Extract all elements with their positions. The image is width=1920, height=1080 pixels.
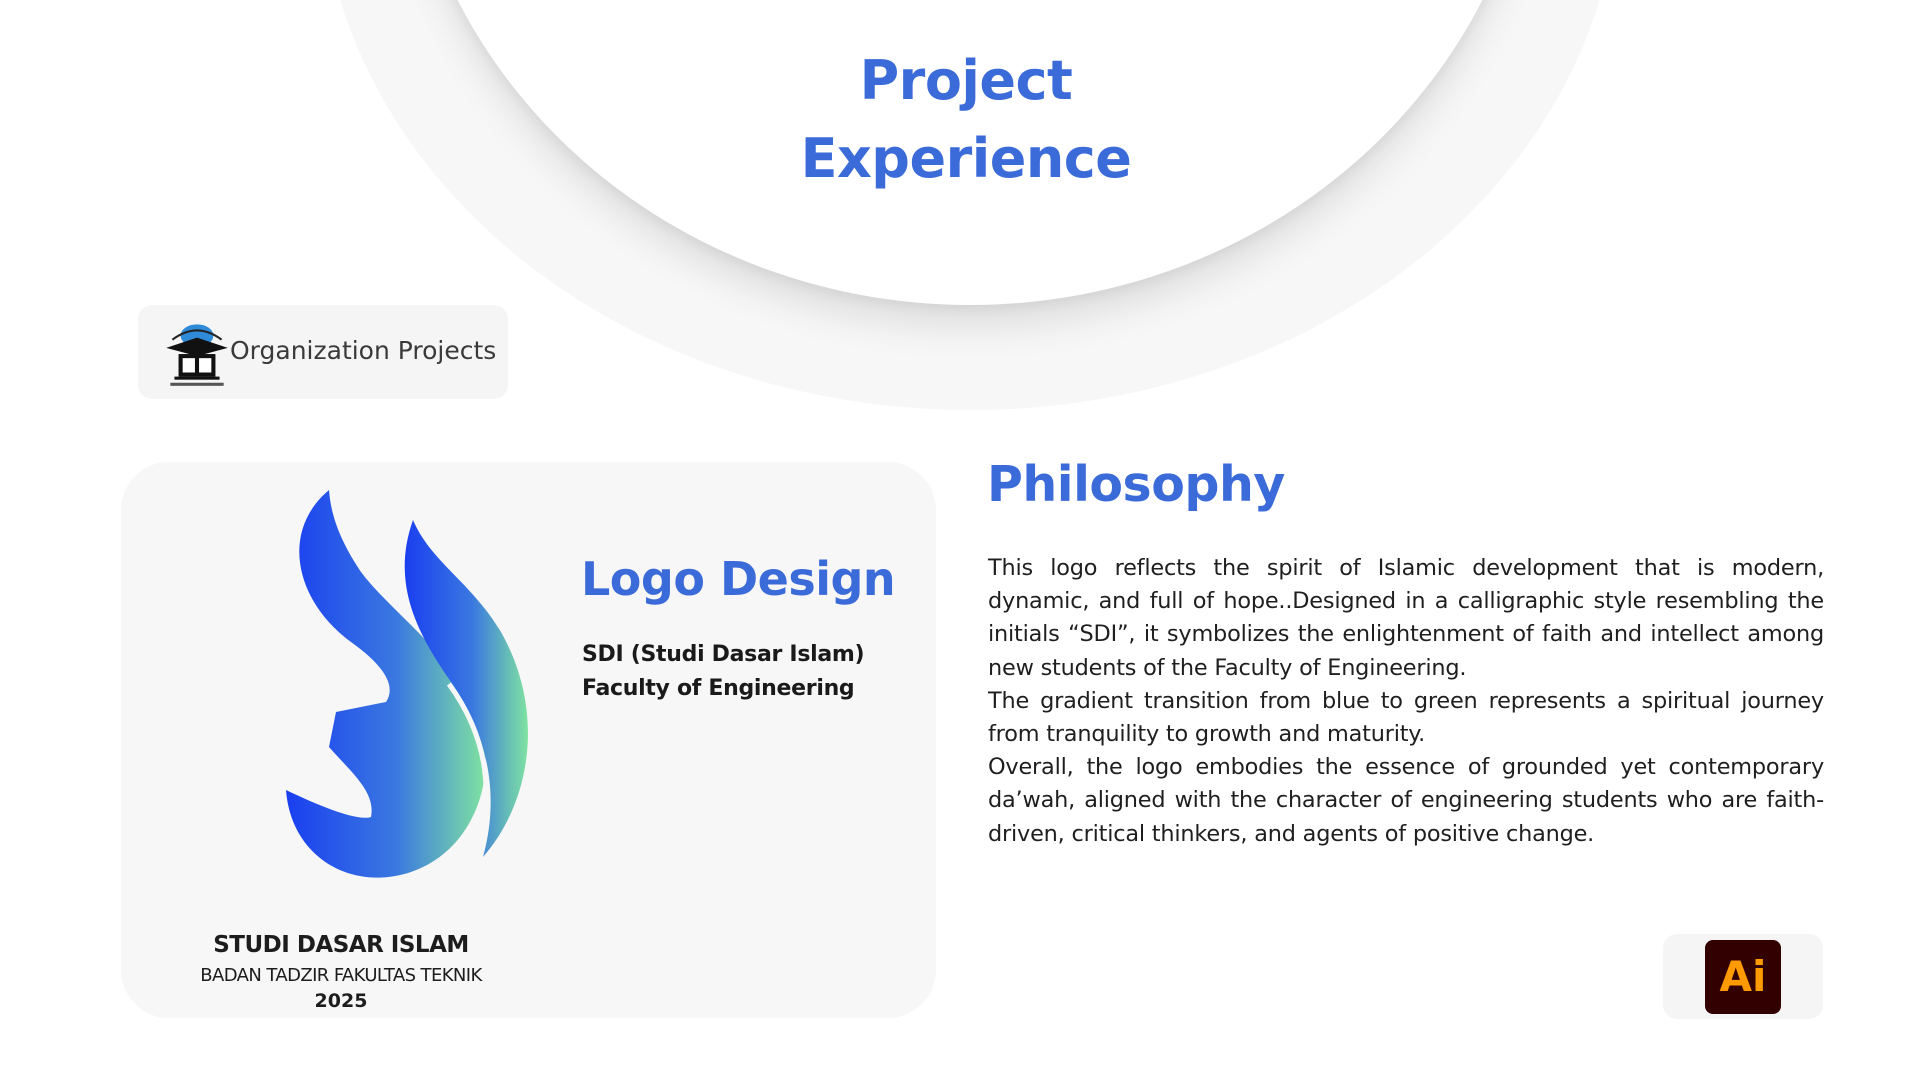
page-title-line-1: Project <box>859 49 1073 112</box>
philosophy-heading: Philosophy <box>987 456 1285 513</box>
sdi-logo-mark <box>286 490 528 878</box>
tool-badge: Ai <box>1663 934 1823 1019</box>
adobe-illustrator-icon: Ai <box>1705 940 1781 1014</box>
philosophy-paragraph-2: The gradient transition from blue to gre… <box>988 687 1824 748</box>
brand-subtitle: BADAN TADZIR FAKULTAS TEKNIK <box>200 965 482 986</box>
philosophy-body: This logo reflects the spirit of Islamic… <box>988 552 1824 851</box>
philosophy-paragraph-3: Overall, the logo embodies the essence o… <box>988 754 1824 847</box>
page-title-line-2: Experience <box>800 127 1132 190</box>
organization-projects-label: Organization Projects <box>230 336 497 365</box>
brand-title: STUDI DASAR ISLAM <box>213 932 469 958</box>
organization-emblem-icon <box>166 324 228 386</box>
logo-design-heading: Logo Design <box>581 552 896 606</box>
brand-year: 2025 <box>314 990 368 1012</box>
philosophy-paragraph-1: This logo reflects the spirit of Islamic… <box>988 555 1824 681</box>
logo-design-card: STUDI DASAR ISLAM BADAN TADZIR FAKULTAS … <box>121 462 936 1018</box>
page-title: Project Experience <box>0 42 1920 198</box>
logo-design-description: SDI (Studi Dasar Islam) Faculty of Engin… <box>582 642 865 701</box>
organization-projects-badge: Organization Projects <box>138 305 508 399</box>
